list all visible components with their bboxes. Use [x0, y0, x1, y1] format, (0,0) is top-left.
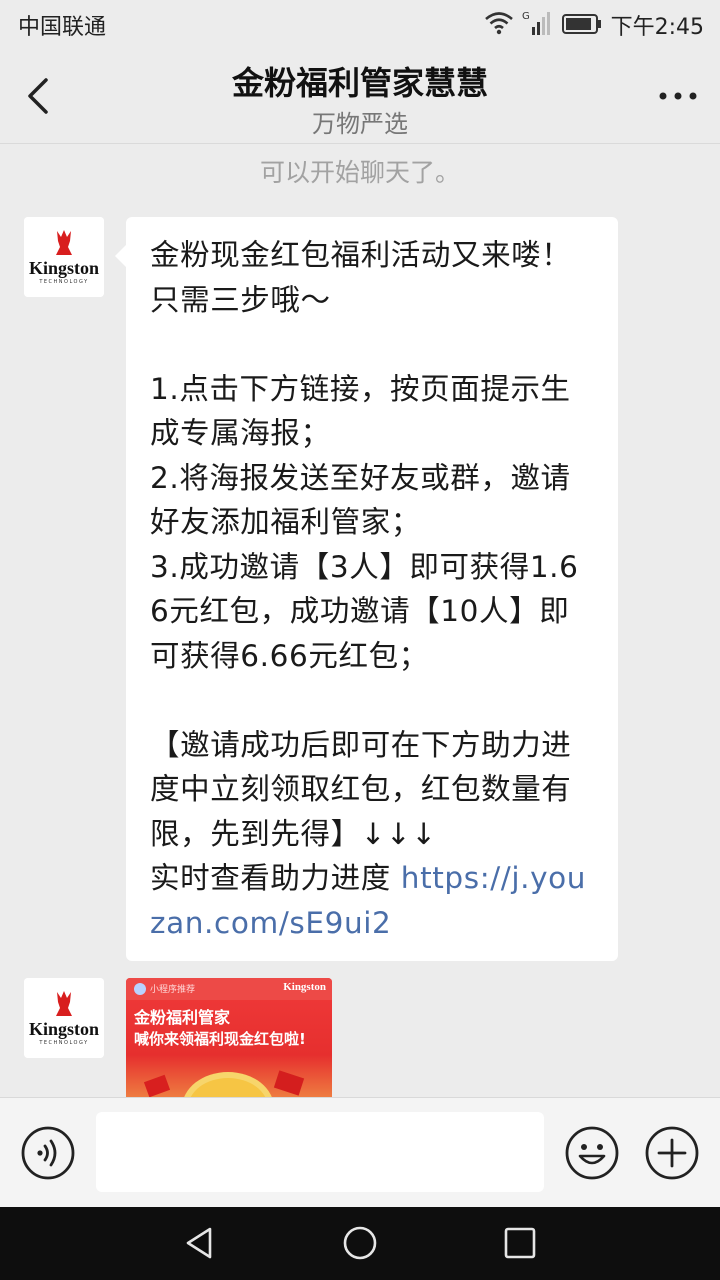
- gold-coin-icon: [188, 1078, 268, 1097]
- red-envelope-icon: [273, 1070, 305, 1096]
- kingston-logo-icon: Kingston TECHNOLOGY: [24, 978, 104, 1058]
- input-bar: [0, 1097, 720, 1207]
- svg-text:Kingston: Kingston: [29, 258, 99, 278]
- svg-text:Kingston: Kingston: [29, 1019, 99, 1039]
- nav-home-icon[interactable]: [342, 1225, 378, 1261]
- message-bubble[interactable]: 金粉现金红包福利活动又来喽！只需三步哦～ 1.点击下方链接，按页面提示生成专属海…: [115, 217, 618, 961]
- signal-icon: G: [522, 11, 550, 35]
- chat-subtitle: 万物严选: [312, 110, 408, 138]
- message-body: 金粉现金红包福利活动又来喽！只需三步哦～ 1.点击下方链接，按页面提示生成专属海…: [150, 238, 579, 895]
- kingston-logo-icon: Kingston TECHNOLOGY: [24, 217, 104, 297]
- clock: 下午2:45: [610, 15, 704, 40]
- nav-recent-icon[interactable]: [502, 1225, 538, 1261]
- poster-brand: Kingston: [283, 981, 326, 993]
- mini-program-icon: [134, 983, 146, 995]
- svg-text:TECHNOLOGY: TECHNOLOGY: [38, 1040, 88, 1046]
- nav-back-icon[interactable]: [182, 1225, 218, 1261]
- system-message: 可以开始聊天了。: [259, 158, 460, 187]
- system-nav-bar: [0, 1207, 720, 1280]
- carrier-name: 中国联通: [18, 15, 107, 40]
- more-dots-icon[interactable]: [656, 78, 700, 114]
- message-text: 金粉现金红包福利活动又来喽！只需三步哦～ 1.点击下方链接，按页面提示生成专属海…: [150, 233, 596, 945]
- chat-title: 金粉福利管家慧慧: [231, 64, 488, 102]
- avatar[interactable]: Kingston TECHNOLOGY: [24, 217, 104, 297]
- avatar[interactable]: Kingston TECHNOLOGY: [24, 978, 104, 1058]
- status-bar: 中国联通 G 下午2:45: [0, 0, 720, 48]
- poster-small-label: 小程序推荐: [150, 985, 196, 995]
- poster-headline: 金粉福利管家: [134, 1008, 231, 1027]
- message-input[interactable]: [96, 1112, 544, 1192]
- poster-image[interactable]: 小程序推荐 Kingston 金粉福利管家 喊你来领福利现金红包啦!: [126, 978, 332, 1097]
- svg-text:G: G: [522, 11, 530, 22]
- battery-icon: [562, 14, 601, 34]
- wifi-icon: [485, 12, 513, 35]
- chat-header: 金粉福利管家慧慧 万物严选: [0, 48, 720, 144]
- voice-icon[interactable]: [20, 1125, 76, 1181]
- svg-text:TECHNOLOGY: TECHNOLOGY: [38, 279, 88, 285]
- emoji-icon[interactable]: [564, 1125, 620, 1181]
- poster-subheadline: 喊你来领福利现金红包啦!: [134, 1030, 306, 1048]
- plus-icon[interactable]: [644, 1125, 700, 1181]
- red-envelope-icon: [143, 1074, 171, 1097]
- chat-area[interactable]: 可以开始聊天了。 Kingston TECHNOLOGY 金粉现金红包福利活动又…: [0, 145, 720, 1097]
